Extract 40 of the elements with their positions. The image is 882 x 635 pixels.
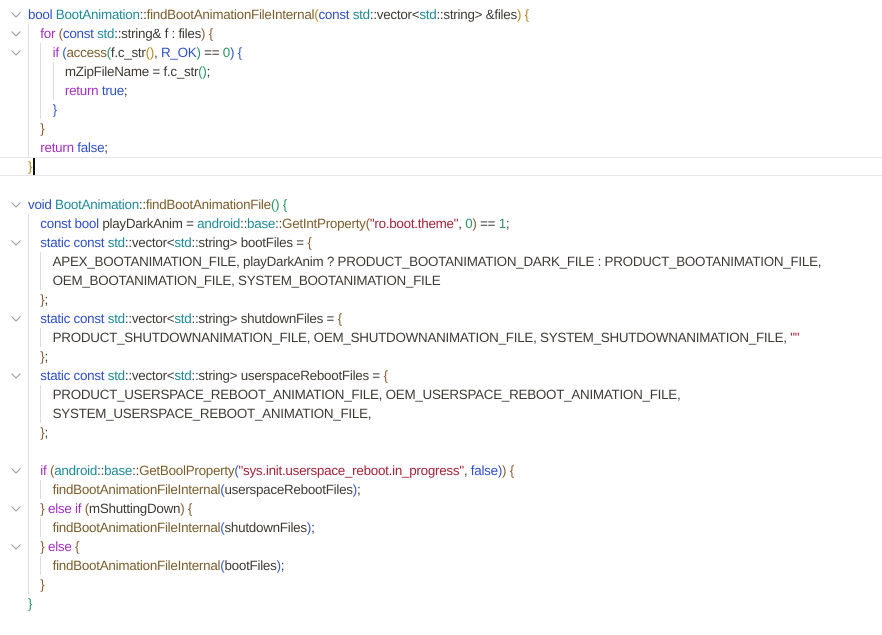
fold-chevron-icon[interactable] — [11, 544, 21, 550]
fold-chevron-icon[interactable] — [11, 50, 21, 56]
code-line: for (const std::string& f : files) { — [40, 25, 213, 43]
code-line: findBootAnimationFileInternal(bootFiles); — [52, 557, 284, 575]
code-line: const bool playDarkAnim = android::base::GetIntProperty("ro.boot.theme", 0) == 1; — [40, 215, 510, 233]
code-line: return true; — [64, 82, 128, 100]
code-line: } else { — [40, 538, 80, 556]
code-line: } else if (mShuttingDown) { — [40, 500, 192, 518]
code-line: }; — [40, 291, 48, 309]
code-line: findBootAnimationFileInternal(userspaceRebootFiles); — [52, 481, 360, 499]
code-line: findBootAnimationFileInternal(shutdownFiles); — [52, 519, 315, 537]
code-line: SYSTEM_USERSPACE_REBOOT_ANIMATION_FILE, — [52, 405, 372, 423]
code-line: }; — [40, 424, 48, 442]
code-line: if (android::base::GetBoolProperty("sys.init.userspace_reboot.in_progress", false)) { — [40, 462, 514, 480]
code-line: } — [52, 101, 57, 119]
code-line: } — [40, 576, 45, 594]
code-line: } — [40, 120, 45, 138]
code-line: } — [28, 595, 32, 613]
code-line: static const std::vector<std::string> userspaceRebootFiles = { — [40, 367, 388, 385]
fold-chevron-icon[interactable] — [11, 30, 21, 36]
code-line: bool BootAnimation::findBootAnimationFileInternal(const std::vector<std::string> &files) { — [28, 6, 529, 24]
code-line: OEM_BOOTANIMATION_FILE, SYSTEM_BOOTANIMATION_FILE — [52, 272, 440, 290]
fold-chevron-icon[interactable] — [11, 506, 21, 512]
code-line: } — [28, 158, 32, 176]
fold-chevron-icon[interactable] — [11, 468, 21, 474]
code-line: return false; — [40, 139, 108, 157]
code-line: APEX_BOOTANIMATION_FILE, playDarkAnim ? PRODUCT_BOOTANIMATION_DARK_FILE : PRODUCT_BOOTANIMATION_FILE, — [52, 253, 822, 271]
code-line: PRODUCT_USERSPACE_REBOOT_ANIMATION_FILE, OEM_USERSPACE_REBOOT_ANIMATION_FILE, — [52, 386, 680, 404]
code-line: if (access(f.c_str(), R_OK) == 0) { — [52, 44, 242, 62]
code-line: static const std::vector<std::string> bootFiles = { — [40, 234, 312, 252]
fold-chevron-icon[interactable] — [11, 316, 21, 322]
fold-chevron-icon[interactable] — [11, 240, 21, 246]
code-line: PRODUCT_SHUTDOWNANIMATION_FILE, OEM_SHUTDOWNANIMATION_FILE, SYSTEM_SHUTDOWNANIMATION_FILE, "" — [52, 329, 800, 347]
code-line: }; — [40, 348, 48, 366]
code-line: void BootAnimation::findBootAnimationFile() { — [28, 196, 287, 214]
code-line: static const std::vector<std::string> shutdownFiles = { — [40, 310, 342, 328]
fold-chevron-icon[interactable] — [11, 372, 21, 378]
fold-chevron-icon[interactable] — [11, 202, 21, 208]
code-line: mZipFileName = f.c_str(); — [64, 63, 210, 81]
fold-chevron-icon[interactable] — [11, 12, 21, 18]
